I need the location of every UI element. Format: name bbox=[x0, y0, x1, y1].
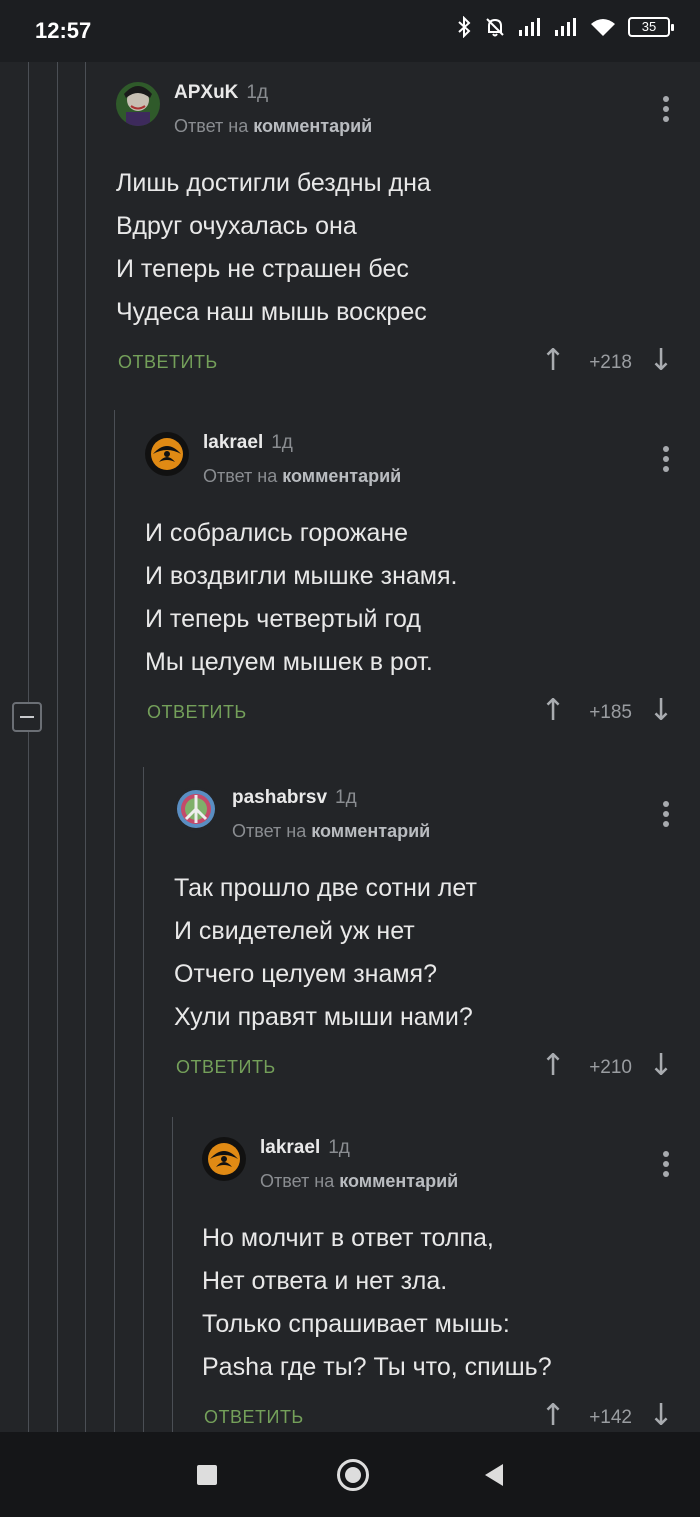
comment-line: И свидетелей уж нет bbox=[174, 917, 415, 945]
back-triangle-icon[interactable] bbox=[485, 1464, 503, 1486]
more-vert-icon[interactable] bbox=[662, 96, 670, 124]
comment-header: pashabrsv 1д Ответ на комментарий bbox=[174, 779, 700, 849]
avatar[interactable] bbox=[174, 787, 218, 831]
comment-author[interactable]: pashabrsv 1д bbox=[232, 787, 357, 809]
reply-button[interactable]: ОТВЕТИТЬ bbox=[147, 702, 247, 723]
comment-header: lakrael 1д Ответ на комментарий bbox=[202, 1129, 700, 1199]
battery-indicator: 35 bbox=[628, 17, 674, 37]
comment-text: И собрались горожане И воздвигли мышке з… bbox=[145, 512, 700, 684]
comment-age: 1д bbox=[335, 787, 357, 808]
thread-line[interactable] bbox=[172, 1117, 173, 1432]
more-vert-icon[interactable] bbox=[662, 446, 670, 474]
comment-line: И собрались горожане bbox=[145, 519, 409, 547]
comment-actions: ОТВЕТИТЬ ↑ +210 ↓ bbox=[174, 1045, 700, 1095]
avatar[interactable] bbox=[145, 432, 189, 476]
comment-line: И воздвигли мышке знамя. bbox=[145, 562, 458, 590]
comment-score: +185 bbox=[589, 702, 632, 723]
signal-icon bbox=[519, 18, 540, 36]
comment-score: +210 bbox=[589, 1057, 632, 1078]
comment-line: Pasha где ты? Ты что, спишь? bbox=[202, 1353, 552, 1381]
reply-to-line: Ответ на комментарий bbox=[260, 1171, 459, 1191]
collapse-thread-button[interactable] bbox=[12, 702, 42, 732]
thread-line[interactable] bbox=[57, 62, 58, 1432]
reply-to-link[interactable]: комментарий bbox=[282, 466, 401, 486]
reply-button[interactable]: ОТВЕТИТЬ bbox=[176, 1057, 276, 1078]
downvote-arrow-icon[interactable]: ↓ bbox=[648, 694, 674, 728]
comment-actions: ОТВЕТИТЬ ↑ +218 ↓ bbox=[116, 340, 700, 390]
comment-score: +142 bbox=[589, 1407, 632, 1428]
reply-to-line: Ответ на комментарий bbox=[174, 116, 373, 136]
more-vert-icon[interactable] bbox=[662, 1151, 670, 1179]
comment-line: Отчего целуем знамя? bbox=[174, 960, 438, 988]
comment-header: APXuK 1д Ответ на комментарий bbox=[116, 74, 700, 144]
comment: APXuK 1д Ответ на комментарий Лишь достиг… bbox=[116, 74, 700, 390]
reply-to-link[interactable]: комментарий bbox=[253, 116, 372, 136]
status-bar: 12:57 35 bbox=[0, 0, 700, 62]
upvote-arrow-icon[interactable]: ↑ bbox=[540, 694, 566, 728]
comment-author[interactable]: lakrael 1д bbox=[203, 432, 293, 454]
reply-to-line: Ответ на комментарий bbox=[203, 466, 402, 486]
upvote-arrow-icon[interactable]: ↑ bbox=[540, 344, 566, 378]
navigation-bar bbox=[0, 1432, 700, 1517]
comment-author[interactable]: lakrael 1д bbox=[260, 1137, 350, 1159]
reply-button[interactable]: ОТВЕТИТЬ bbox=[118, 352, 218, 373]
comment: lakrael 1д Ответ на комментарий И собрали… bbox=[145, 424, 700, 740]
upvote-arrow-icon[interactable]: ↑ bbox=[540, 1399, 566, 1433]
comment: lakrael 1д Ответ на комментарий Но молчит… bbox=[202, 1129, 700, 1432]
thread-line[interactable] bbox=[28, 62, 29, 1432]
wifi-icon bbox=[591, 19, 615, 36]
comment-line: Только спрашивает мышь: bbox=[202, 1310, 510, 1338]
downvote-arrow-icon[interactable]: ↓ bbox=[648, 1399, 674, 1433]
reply-to-link[interactable]: комментарий bbox=[311, 821, 430, 841]
comment-line: Нет ответа и нет зла. bbox=[202, 1267, 448, 1295]
comment-text: Так прошло две сотни лет И свидетелей уж… bbox=[174, 867, 700, 1039]
comment-actions: ОТВЕТИТЬ ↑ +142 ↓ bbox=[202, 1395, 700, 1433]
comment-line: Так прошло две сотни лет bbox=[174, 874, 477, 902]
downvote-arrow-icon[interactable]: ↓ bbox=[648, 1049, 674, 1083]
comment-age: 1д bbox=[246, 82, 269, 103]
recents-square-icon[interactable] bbox=[197, 1465, 217, 1485]
comment: pashabrsv 1д Ответ на комментарий Так про… bbox=[174, 779, 700, 1095]
bluetooth-icon bbox=[458, 16, 471, 38]
comment-line: И теперь не страшен бес bbox=[116, 255, 409, 283]
thread-line[interactable] bbox=[85, 62, 86, 1432]
comment-line: Но молчит в ответ толпа, bbox=[202, 1224, 494, 1252]
comment-author[interactable]: APXuK 1д bbox=[174, 82, 268, 104]
reply-button[interactable]: ОТВЕТИТЬ bbox=[204, 1407, 304, 1428]
status-time: 12:57 bbox=[35, 18, 92, 43]
comment-age: 1д bbox=[271, 432, 293, 453]
reply-to-link[interactable]: комментарий bbox=[339, 1171, 458, 1191]
more-vert-icon[interactable] bbox=[662, 801, 670, 829]
upvote-arrow-icon[interactable]: ↑ bbox=[540, 1049, 566, 1083]
avatar[interactable] bbox=[202, 1137, 246, 1181]
thread-line[interactable] bbox=[143, 767, 144, 1432]
status-icons: 35 bbox=[456, 16, 674, 38]
reply-to-line: Ответ на комментарий bbox=[232, 821, 431, 841]
comment-header: lakrael 1д Ответ на комментарий bbox=[145, 424, 700, 494]
comment-line: Хули правят мыши нами? bbox=[174, 1003, 473, 1031]
comment-line: Мы целуем мышек в рот. bbox=[145, 648, 433, 676]
avatar[interactable] bbox=[116, 82, 160, 126]
thread-line[interactable] bbox=[114, 410, 115, 1432]
home-circle-icon[interactable] bbox=[337, 1459, 369, 1491]
comment-actions: ОТВЕТИТЬ ↑ +185 ↓ bbox=[145, 690, 700, 740]
comment-age: 1д bbox=[328, 1137, 350, 1158]
comment-thread: APXuK 1д Ответ на комментарий Лишь достиг… bbox=[0, 62, 700, 1432]
comment-line: Лишь достигли бездны дна bbox=[116, 169, 431, 197]
signal-icon bbox=[555, 18, 576, 36]
comment-line: Чудеса наш мышь воскрес bbox=[116, 298, 427, 326]
comment-score: +218 bbox=[589, 352, 632, 373]
bell-off-icon bbox=[486, 18, 504, 37]
comment-line: Вдруг очухалась она bbox=[116, 212, 357, 240]
comment-text: Но молчит в ответ толпа, Нет ответа и не… bbox=[202, 1217, 700, 1389]
comment-line: И теперь четвертый год bbox=[145, 605, 421, 633]
comment-text: Лишь достигли бездны дна Вдруг очухалась… bbox=[116, 162, 700, 334]
downvote-arrow-icon[interactable]: ↓ bbox=[648, 344, 674, 378]
